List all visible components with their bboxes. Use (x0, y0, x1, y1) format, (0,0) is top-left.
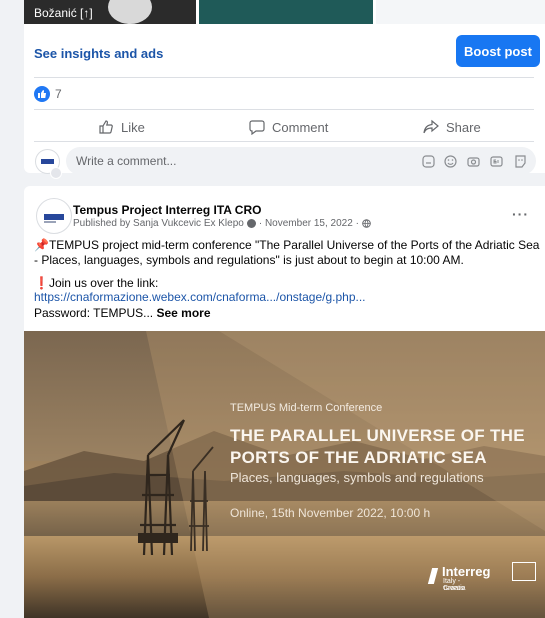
password-text: Password: TEMPUS... (34, 306, 154, 320)
tempus-post-card: Tempus Project Interreg ITA CRO Publishe… (24, 186, 545, 618)
chevron-down-icon[interactable] (50, 167, 62, 179)
interreg-wordmark: Interreg (442, 564, 491, 579)
share-button[interactable]: Share (423, 117, 481, 137)
camera-icon[interactable] (466, 154, 481, 169)
page-avatar[interactable] (36, 198, 72, 234)
reaction-count[interactable]: 7 (55, 87, 62, 101)
exclamation-icon: ❗ (34, 276, 49, 290)
image-tile-2[interactable] (199, 0, 373, 24)
event-title-line1: THE PARALLEL UNIVERSE OF THE (230, 426, 525, 445)
event-image[interactable]: TEMPUS Mid-term Conference THE PARALLEL … (24, 331, 545, 618)
crane-icon-small (189, 446, 214, 551)
sticker-icon[interactable] (421, 154, 436, 169)
password-line: Password: TEMPUS... See more (34, 306, 544, 321)
globe-icon (362, 219, 371, 228)
join-text: Join us over the link: (48, 276, 159, 290)
webex-link[interactable]: https://cnaformazione.webex.com/cnaforma… (34, 290, 544, 305)
post-body: 📌TEMPUS project mid-term conference "The… (34, 238, 544, 268)
like-label: Like (121, 119, 145, 135)
first-post-card: Božanić [↑] See insights and ads Boost p… (24, 0, 545, 179)
post-date[interactable]: · November 15, 2022 · (259, 218, 359, 229)
see-insights-link[interactable]: See insights and ads (34, 46, 163, 61)
eu-stars-icon (512, 562, 536, 581)
post-text-main: TEMPUS project mid-term conference "The … (34, 238, 540, 267)
share-icon (423, 119, 439, 134)
post-body-join: ❗Join us over the link: (34, 276, 544, 291)
more-options-icon[interactable]: ··· (512, 206, 529, 222)
like-button[interactable]: Like (98, 117, 145, 137)
comment-icon (249, 120, 265, 135)
event-title-line2: PORTS OF THE ADRIATIC SEA (230, 448, 487, 467)
comment-label: Comment (272, 119, 329, 135)
thumbs-up-icon (99, 120, 113, 134)
like-reaction-icon[interactable] (34, 86, 50, 102)
pin-icon: 📌 (34, 238, 49, 252)
event-subtitle: Places, languages, symbols and regulatio… (230, 470, 484, 485)
event-date: Online, 15th November 2022, 10:00 h (230, 506, 431, 520)
avatar-sticker-icon[interactable] (513, 154, 528, 169)
image-tile-3[interactable] (376, 0, 545, 24)
see-more-link[interactable]: See more (157, 306, 211, 320)
divider (34, 141, 534, 142)
event-kicker: TEMPUS Mid-term Conference (230, 402, 383, 414)
interreg-program: TEMPUS (443, 586, 464, 592)
comment-button[interactable]: Comment (249, 117, 328, 137)
divider (34, 109, 534, 110)
divider (34, 77, 534, 78)
emoji-icon[interactable] (443, 154, 458, 169)
commenter-avatar[interactable] (35, 149, 62, 179)
page-name[interactable]: Tempus Project Interreg ITA CRO (73, 203, 261, 217)
info-icon[interactable] (246, 219, 256, 228)
boost-post-button[interactable]: Boost post (456, 35, 540, 67)
gif-icon[interactable] (489, 154, 504, 169)
share-label: Share (446, 119, 481, 135)
published-by[interactable]: Published by Sanja Vukcevic Ex Klepo (73, 218, 244, 229)
post-image-strip[interactable]: Božanić [↑] (24, 0, 545, 24)
image-caption: Božanić [↑] (34, 6, 93, 20)
post-meta: Published by Sanja Vukcevic Ex Klepo · N… (73, 218, 371, 229)
